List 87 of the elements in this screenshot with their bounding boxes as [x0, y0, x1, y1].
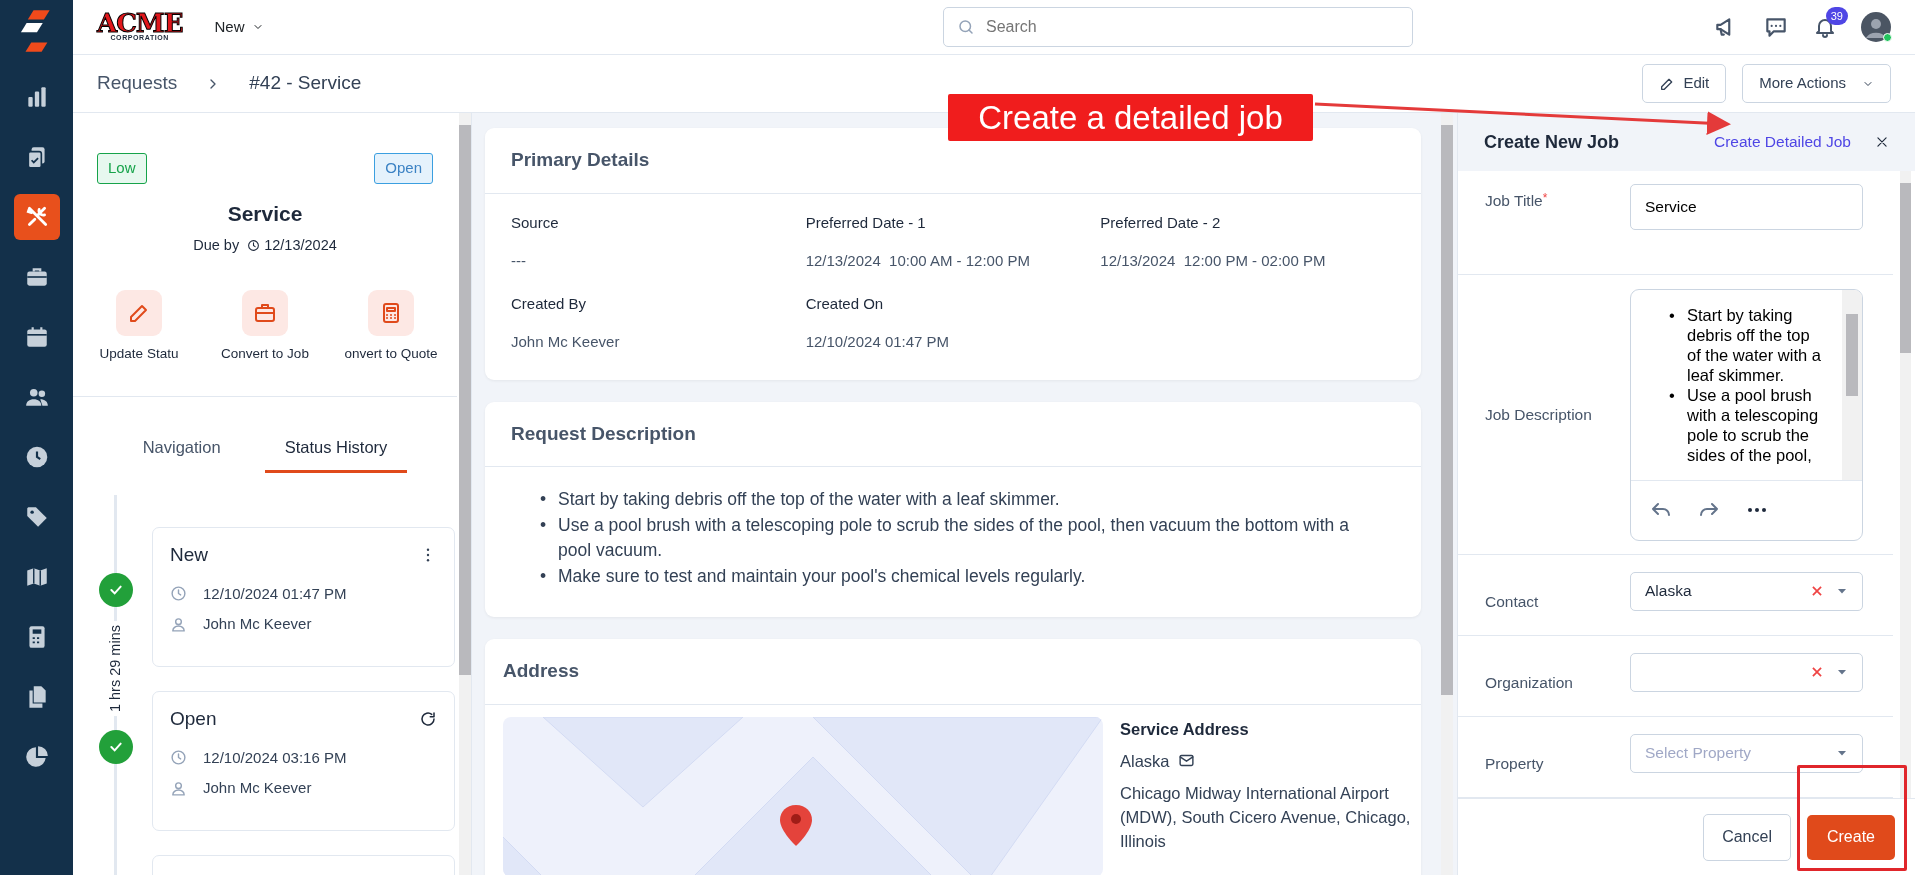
address-heading: Service Address [1120, 718, 1250, 740]
address-contact: Alaska [1120, 750, 1170, 772]
select-placeholder: Select Property [1645, 743, 1752, 764]
refresh-icon[interactable] [419, 710, 437, 729]
status-user: John Mc Keever [203, 778, 312, 799]
field-value: 12/13/2024 12:00 PM - 02:00 PM [1100, 251, 1327, 271]
tab[interactable]: Navigation [122, 425, 241, 473]
action-button[interactable] [242, 289, 288, 336]
field-label: Created By [511, 293, 588, 314]
field-value: John Mc Keever [511, 332, 621, 352]
due-label: Due by [193, 236, 240, 255]
status-time: 12/10/2024 01:47 PM [203, 583, 347, 604]
bullet-mark: • [1669, 384, 1676, 406]
required-mark: * [1542, 190, 1548, 205]
field-label: Job Description [1485, 404, 1592, 425]
new-menu-button[interactable]: New [206, 11, 273, 43]
rich-text-editor[interactable]: • Start by taking debris off the top of the water with a leaf skimmer. • Use a pool brush with a telescoping pole to scrub the sides of the pool, [1630, 288, 1863, 541]
due-date: 12/13/2024 [264, 236, 337, 255]
field-label: Property [1485, 754, 1544, 775]
field-label: Preferred Date - 2 [1100, 212, 1222, 233]
cancel-button[interactable]: Cancel [1703, 813, 1791, 861]
request-title: Service [226, 200, 304, 227]
bullet-mark: • [540, 564, 548, 588]
status-tag: Open [374, 153, 433, 184]
description-item: Make sure to test and maintain your pool's chemical levels regularly. [558, 564, 1086, 588]
field-label: Contact [1485, 592, 1539, 613]
scrollbar[interactable] [1842, 289, 1862, 480]
more-actions-button[interactable]: More Actions [1742, 64, 1891, 103]
field-value: --- [511, 251, 527, 271]
panel-title: Create New Job [1484, 130, 1620, 154]
action-label: Update Statu [99, 344, 179, 363]
search-field[interactable]: Search [943, 7, 1413, 47]
field-label: Preferred Date - 1 [805, 212, 927, 233]
bullet-mark: • [1669, 304, 1676, 326]
clock-icon [247, 239, 261, 253]
editor-text: Start by taking debris off the top of the water with a leaf skimmer. [1687, 304, 1822, 385]
close-icon[interactable] [1875, 135, 1889, 149]
action-label: onvert to Quote [344, 344, 438, 363]
select-field[interactable] [1630, 652, 1863, 692]
bullet-mark: • [540, 513, 548, 537]
search-icon [957, 18, 975, 36]
mail-icon[interactable] [1177, 752, 1195, 769]
avatar-silhouette-icon [1861, 12, 1891, 42]
clear-icon[interactable] [1810, 584, 1824, 598]
scrollbar[interactable] [1900, 171, 1911, 798]
action-button[interactable] [116, 289, 162, 336]
select-value: Alaska [1645, 581, 1693, 602]
field-label: Created On [805, 293, 885, 314]
card-title: Address [485, 639, 1421, 705]
clock-icon [170, 749, 187, 767]
action-label: Convert to Job [221, 344, 309, 363]
select-field[interactable]: Alaska [1630, 571, 1863, 611]
sidebar-item[interactable] [13, 194, 60, 240]
page-title: #42 - Service [249, 71, 362, 96]
tab[interactable]: Status History [264, 425, 408, 473]
status-name: Open [170, 707, 217, 731]
user-icon [170, 779, 187, 797]
field-value: 12/13/2024 10:00 AM - 12:00 PM [805, 251, 1031, 271]
address-text: Chicago Midway International Airport (MDW), South Cicero Avenue, Chicago, Illinois [1120, 782, 1412, 852]
clock-icon [170, 585, 187, 603]
status-user: John Mc Keever [203, 614, 312, 635]
bullet-mark: • [540, 488, 548, 511]
pie-chart-icon [23, 744, 50, 770]
status-name: New [170, 543, 208, 567]
logo-text: ACME [97, 12, 183, 34]
editor-text: Use a pool brush with a telescoping pole to scrub the sides of the pool, [1687, 384, 1820, 465]
scrollbar[interactable] [1441, 113, 1453, 875]
status-time: 12/10/2024 03:16 PM [203, 747, 347, 768]
action-button[interactable] [368, 289, 414, 336]
user-icon [170, 615, 187, 633]
create-button[interactable]: Create [1806, 814, 1895, 860]
description-item: Use a pool brush with a telescoping pole to scrub the sides of the pool, then vacuum the bottom with a pool vacuum. [558, 513, 1350, 562]
field-label: Source [511, 212, 560, 233]
priority-tag: Low [97, 153, 147, 184]
scrollbar[interactable] [459, 113, 471, 875]
text-field[interactable]: Service [1630, 184, 1863, 230]
breadcrumb-link[interactable]: Requests [97, 69, 178, 98]
avatar[interactable] [1861, 12, 1891, 42]
field-label: Organization [1485, 673, 1573, 694]
notification-badge: 39 [1825, 6, 1848, 26]
description-item: Start by taking debris off the top of the water with a leaf skimmer. [558, 488, 1060, 511]
card-title: Request Description [485, 401, 1421, 467]
field-value: 12/10/2024 01:47 PM [805, 332, 951, 352]
field-label: Job Title [1485, 191, 1543, 211]
clear-icon[interactable] [1810, 665, 1824, 679]
create-detailed-job-link[interactable]: Create Detailed Job [1714, 130, 1851, 154]
edit-button[interactable]: Edit [1642, 64, 1727, 103]
